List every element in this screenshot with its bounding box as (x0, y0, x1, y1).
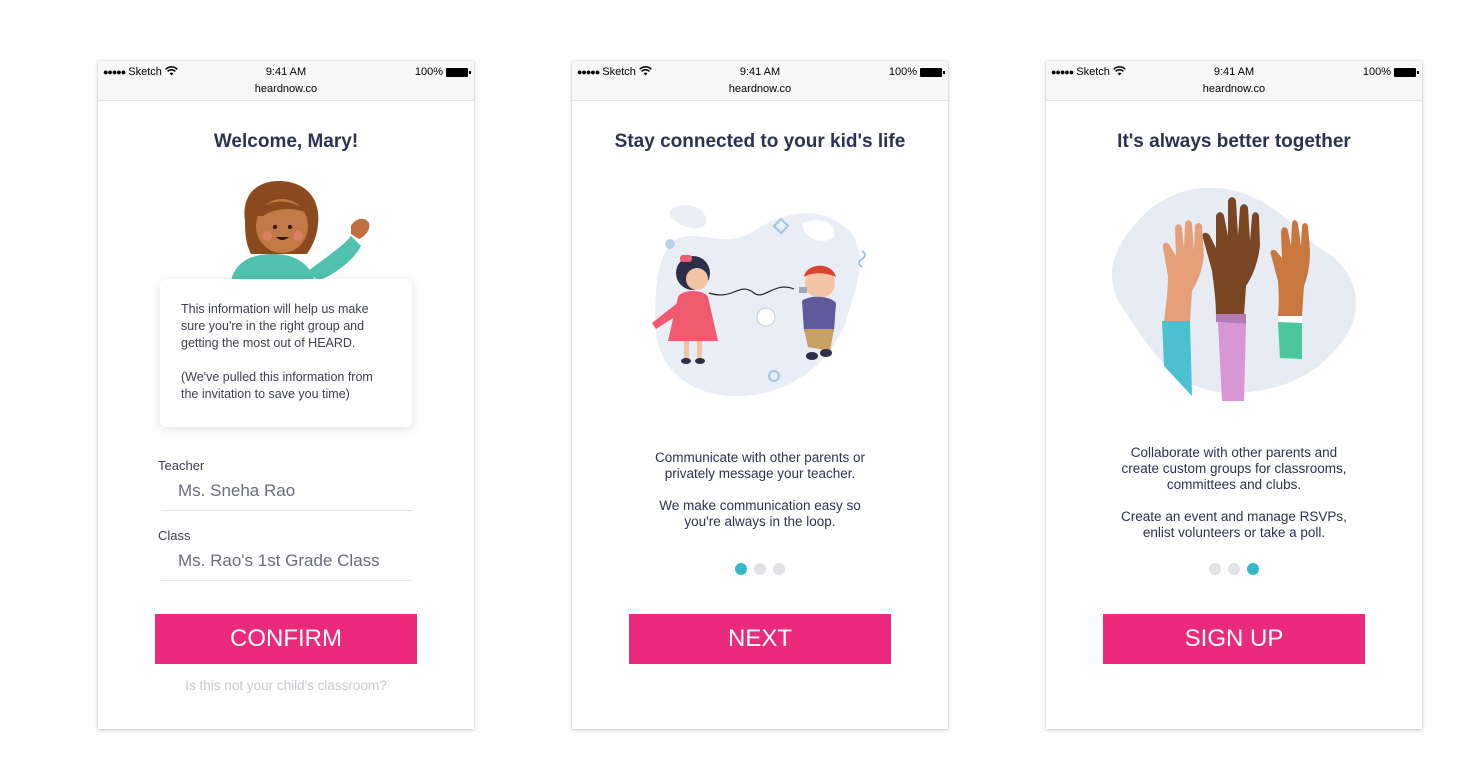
teacher-label: Teacher (158, 458, 205, 473)
raised-hands-illustration (1111, 187, 1356, 401)
url-bar[interactable]: heardnow.co (1046, 83, 1422, 95)
page-title: It's always better together (1117, 131, 1351, 152)
url-bar[interactable]: heardnow.co (98, 83, 474, 95)
kids-tin-can-phone-illustration (652, 205, 866, 397)
phone-screen-better-together: ●●●●● Sketch 9:41 AM heardnow.co 100% It… (1046, 61, 1422, 729)
class-field[interactable]: Ms. Rao's 1st Grade Class (161, 551, 413, 581)
confirm-button[interactable]: CONFIRM (155, 614, 417, 664)
waving-teacher-illustration (231, 180, 370, 281)
info-card: This information will help us make sure … (160, 279, 412, 427)
battery-icon (1394, 67, 1419, 77)
page-dot[interactable] (1209, 563, 1221, 575)
page-dot[interactable] (754, 563, 766, 575)
page-indicator (572, 563, 948, 575)
status-bar: ●●●●● Sketch 9:41 AM heardnow.co 100% (572, 61, 948, 101)
page-dot[interactable] (1247, 563, 1259, 575)
page-title: Welcome, Mary! (213, 131, 359, 152)
description-para-1: Communicate with other parents or privat… (654, 450, 866, 481)
class-label: Class (158, 528, 191, 543)
battery-percent: 100% (414, 66, 443, 78)
info-text: This information will help us make sure … (181, 302, 369, 350)
info-note: (We've pulled this information from the … (181, 370, 373, 401)
description: Collaborate with other parents and creat… (1046, 445, 1422, 541)
status-bar: ●●●●● Sketch 9:41 AM heardnow.co 100% (98, 61, 474, 101)
teacher-field[interactable]: Ms. Sneha Rao (161, 481, 413, 511)
page-title: Stay connected to your kid's life (614, 131, 906, 152)
description-para-2: Create an event and manage RSVPs, enlist… (1121, 509, 1347, 540)
battery-percent: 100% (1362, 66, 1391, 78)
page-indicator (1046, 563, 1422, 575)
next-button[interactable]: NEXT (629, 614, 891, 664)
phone-screen-welcome: ●●●●● Sketch 9:41 AM heardnow.co 100% We… (98, 61, 474, 729)
description-para-2: We make communication easy so you're alw… (659, 498, 861, 529)
wrong-classroom-link[interactable]: Is this not your child's classroom? (98, 678, 474, 693)
battery-percent: 100% (888, 66, 917, 78)
battery-icon (920, 67, 945, 77)
url-bar[interactable]: heardnow.co (572, 83, 948, 95)
sign-up-button[interactable]: SIGN UP (1103, 614, 1365, 664)
page-dot[interactable] (1228, 563, 1240, 575)
page-dot[interactable] (773, 563, 785, 575)
page-dot[interactable] (735, 563, 747, 575)
battery-icon (446, 67, 471, 77)
description-para-1: Collaborate with other parents and creat… (1121, 445, 1347, 492)
phone-screen-stay-connected: ●●●●● Sketch 9:41 AM heardnow.co 100% St… (572, 61, 948, 729)
description: Communicate with other parents or privat… (572, 450, 948, 530)
status-bar: ●●●●● Sketch 9:41 AM heardnow.co 100% (1046, 61, 1422, 101)
